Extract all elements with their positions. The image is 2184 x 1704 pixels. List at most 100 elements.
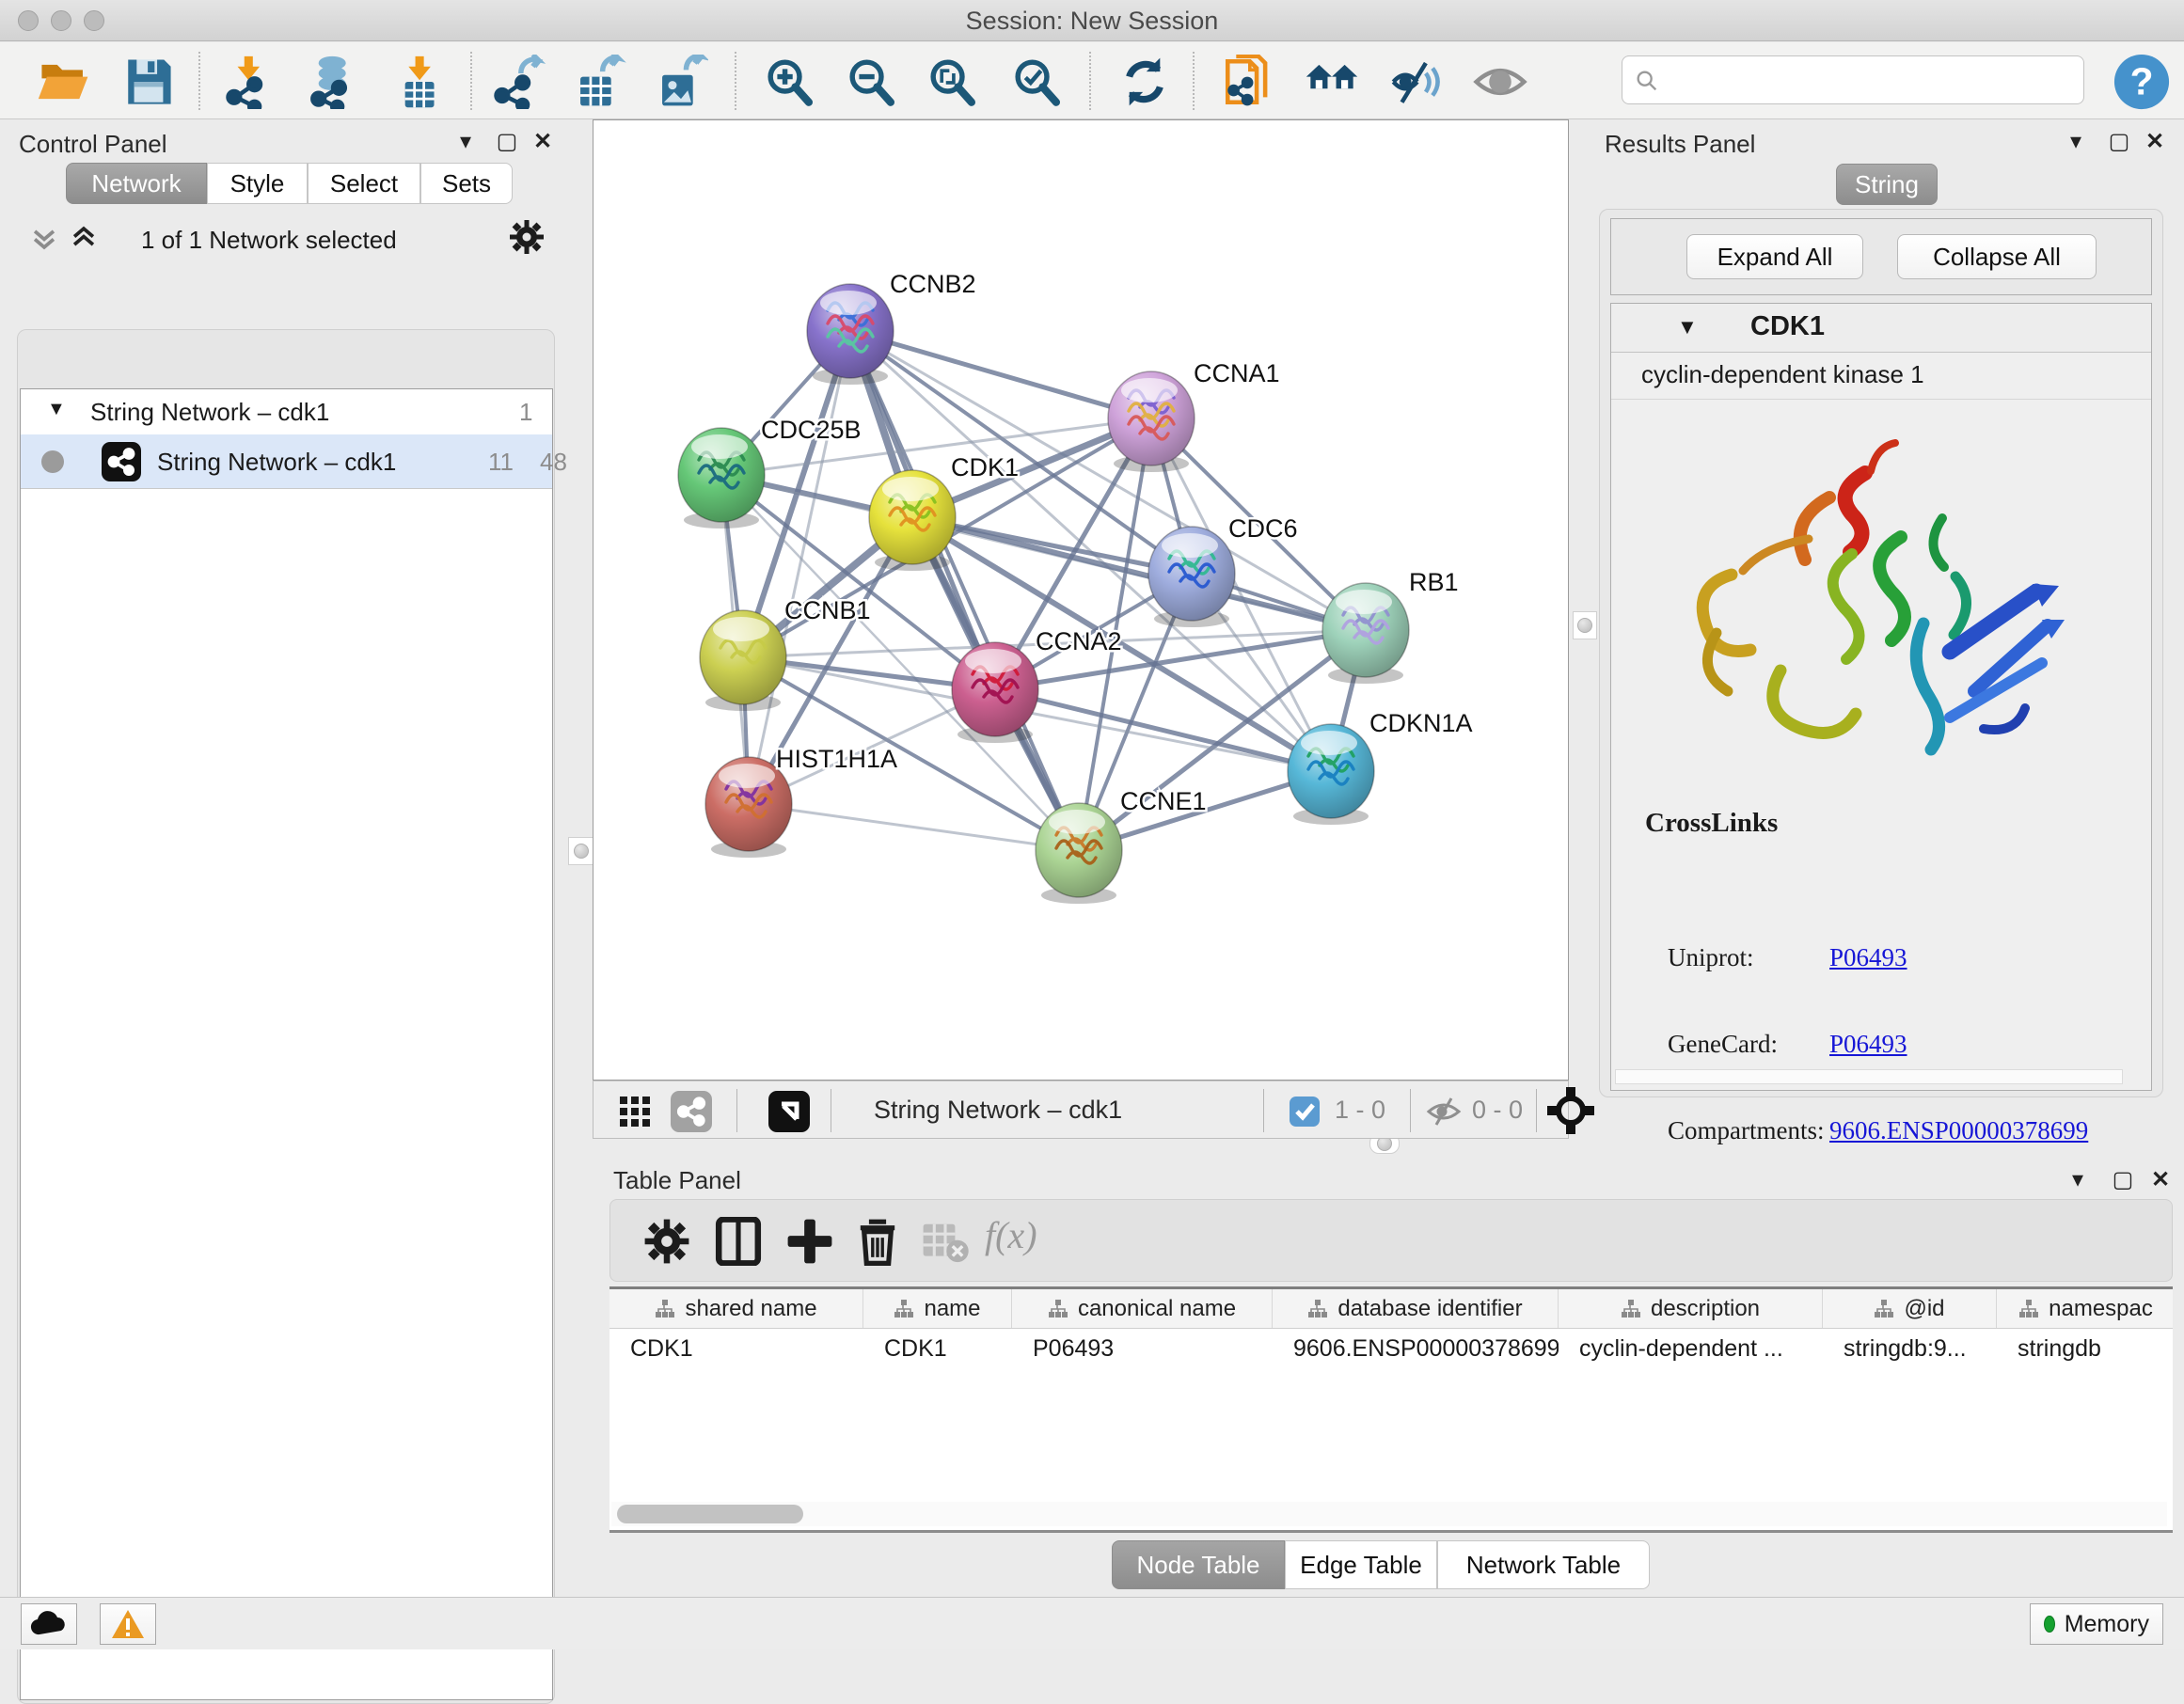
minimize-window-button[interactable]: [51, 10, 71, 31]
detach-view-icon[interactable]: [768, 1091, 810, 1132]
refresh-icon[interactable]: [1117, 55, 1172, 109]
warnings-button[interactable]: [100, 1603, 156, 1645]
cell-database-identifier[interactable]: 9606.ENSP00000378699: [1273, 1329, 1559, 1368]
birdseye-crosshair-icon[interactable]: [1547, 1087, 1594, 1139]
add-column-icon[interactable]: [785, 1217, 834, 1266]
crosslink-link[interactable]: 9606.ENSP00000378699: [1829, 1116, 2088, 1145]
cell-shared-name[interactable]: CDK1: [609, 1329, 863, 1368]
crosslinks-heading: CrossLinks: [1645, 808, 1778, 839]
node-CCNE1[interactable]: CCNE1: [1036, 787, 1207, 904]
tab-network-table[interactable]: Network Table: [1437, 1540, 1650, 1589]
tab-style[interactable]: Style: [207, 163, 308, 204]
column-header-shared-name[interactable]: shared name: [609, 1289, 863, 1328]
network-options-gear-icon[interactable]: [508, 218, 546, 260]
home-nodes-icon[interactable]: [1305, 55, 1359, 109]
cloud-button[interactable]: [21, 1603, 77, 1645]
grid-view-icon[interactable]: [618, 1095, 652, 1133]
cell-canonical-name[interactable]: P06493: [1012, 1329, 1273, 1368]
import-table-file-icon[interactable]: [393, 55, 448, 109]
show-columns-icon[interactable]: [714, 1217, 763, 1266]
node-HIST1H1A[interactable]: HIST1H1A: [705, 745, 897, 858]
export-table-icon[interactable]: [572, 55, 626, 109]
save-session-icon[interactable]: [121, 55, 176, 109]
tab-edge-table[interactable]: Edge Table: [1285, 1540, 1437, 1589]
results-panel-float-menu-icon[interactable]: ▾: [2060, 128, 2092, 156]
tab-node-table[interactable]: Node Table: [1112, 1540, 1285, 1589]
node-CCNA1[interactable]: CCNA1: [1108, 359, 1280, 472]
table-panel-close-icon[interactable]: ✕: [2144, 1166, 2176, 1194]
protein-structure-image: [1668, 417, 2081, 793]
table-horizontal-scrollbar[interactable]: [611, 1502, 2167, 1526]
cell-description[interactable]: cyclin-dependent ...: [1559, 1329, 1823, 1368]
gene-header-row[interactable]: ▼ CDK1: [1611, 304, 2151, 353]
results-panel-float-icon[interactable]: ▢: [2103, 128, 2135, 156]
gene-collapse-icon[interactable]: ▼: [1677, 315, 1698, 339]
import-network-file-icon[interactable]: [224, 55, 278, 109]
help-icon[interactable]: ?: [2113, 53, 2171, 111]
export-image-icon[interactable]: [654, 55, 708, 109]
network-collection-row[interactable]: ▼ String Network – cdk1 1: [21, 389, 552, 434]
node-table[interactable]: shared namenamecanonical namedatabase id…: [609, 1286, 2173, 1533]
tab-network-table-label: Network Table: [1466, 1551, 1621, 1579]
crosslink-link[interactable]: P06493: [1829, 943, 1907, 972]
column-header-database-identifier[interactable]: database identifier: [1273, 1289, 1559, 1328]
zoom-selected-icon[interactable]: [1010, 55, 1065, 109]
zoom-fit-icon[interactable]: [926, 55, 980, 109]
zoom-in-icon[interactable]: [763, 55, 817, 109]
crosslink-link[interactable]: P06493: [1829, 1030, 1907, 1059]
delete-column-trash-icon[interactable]: [853, 1217, 902, 1266]
control-panel-close-icon[interactable]: ✕: [527, 128, 559, 156]
tab-sets-label: Sets: [442, 169, 491, 197]
crosslink-row: Compartments: 9606.ENSP00000378699: [1611, 1116, 2151, 1160]
string-view-badge-icon[interactable]: [671, 1091, 712, 1132]
gene-symbol: CDK1: [1750, 311, 1825, 342]
cell-name[interactable]: CDK1: [863, 1329, 1012, 1368]
tab-sets[interactable]: Sets: [420, 163, 513, 204]
node-CDKN1A[interactable]: CDKN1A: [1288, 709, 1473, 825]
table-panel-float-icon[interactable]: ▢: [2107, 1166, 2139, 1194]
control-panel-float-menu-icon[interactable]: ▾: [450, 128, 482, 156]
tab-string[interactable]: String: [1836, 164, 1938, 205]
node-CDK1[interactable]: CDK1: [869, 453, 1019, 571]
tab-select[interactable]: Select: [308, 163, 420, 204]
zoom-out-icon[interactable]: [845, 55, 899, 109]
table-panel-float-menu-icon[interactable]: ▾: [2062, 1166, 2094, 1194]
collection-expand-icon[interactable]: ▼: [47, 399, 66, 420]
show-all-icon[interactable]: [1473, 55, 1527, 109]
cell-namespac[interactable]: stringdb: [1997, 1329, 2173, 1368]
results-panel-close-icon[interactable]: ✕: [2139, 128, 2171, 156]
collapse-all-button[interactable]: Collapse All: [1897, 234, 2097, 279]
table-row[interactable]: CDK1CDK1P064939606.ENSP00000378699cyclin…: [609, 1329, 2173, 1368]
open-session-icon[interactable]: [37, 55, 91, 109]
network-row-selected[interactable]: String Network – cdk1 11 48: [21, 434, 552, 489]
cell-@id[interactable]: stringdb:9...: [1823, 1329, 1997, 1368]
results-scrollbar[interactable]: [1615, 1069, 2123, 1084]
scrollbar-thumb[interactable]: [617, 1505, 803, 1523]
control-panel-float-icon[interactable]: ▢: [491, 128, 523, 156]
import-network-database-icon[interactable]: [307, 55, 361, 109]
export-network-icon[interactable]: [492, 55, 546, 109]
selected-checkbox-icon[interactable]: [1290, 1097, 1320, 1127]
column-header-canonical-name[interactable]: canonical name: [1012, 1289, 1273, 1328]
tab-network[interactable]: Network: [66, 163, 207, 204]
node-label-CDC6: CDC6: [1228, 514, 1298, 543]
expand-all-button[interactable]: Expand All: [1686, 234, 1863, 279]
close-window-button[interactable]: [18, 10, 39, 31]
table-options-gear-icon[interactable]: [642, 1217, 691, 1266]
column-header-namespac[interactable]: namespac: [1997, 1289, 2173, 1328]
left-splitter-handle[interactable]: [568, 837, 594, 865]
expand-all-networks-icon[interactable]: [68, 222, 100, 259]
node-label-CCNA2: CCNA2: [1036, 627, 1122, 655]
hide-unselected-icon[interactable]: [1388, 55, 1443, 109]
string-import-icon[interactable]: [1221, 55, 1275, 109]
network-canvas[interactable]: CCNB2CCNA1CDC25BCDK1CDC6RB1CCNB1CCNA2CDK…: [593, 119, 1569, 1081]
column-header-name[interactable]: name: [863, 1289, 1012, 1328]
search-input[interactable]: [1622, 55, 2084, 104]
column-header-@id[interactable]: @id: [1823, 1289, 1997, 1328]
collapse-all-networks-icon[interactable]: [28, 222, 60, 259]
memory-button[interactable]: Memory: [2030, 1603, 2163, 1645]
column-header-description[interactable]: description: [1559, 1289, 1823, 1328]
zoom-window-button[interactable]: [84, 10, 104, 31]
node-RB1[interactable]: RB1: [1322, 568, 1459, 684]
network-view-title: String Network – cdk1: [874, 1096, 1122, 1125]
